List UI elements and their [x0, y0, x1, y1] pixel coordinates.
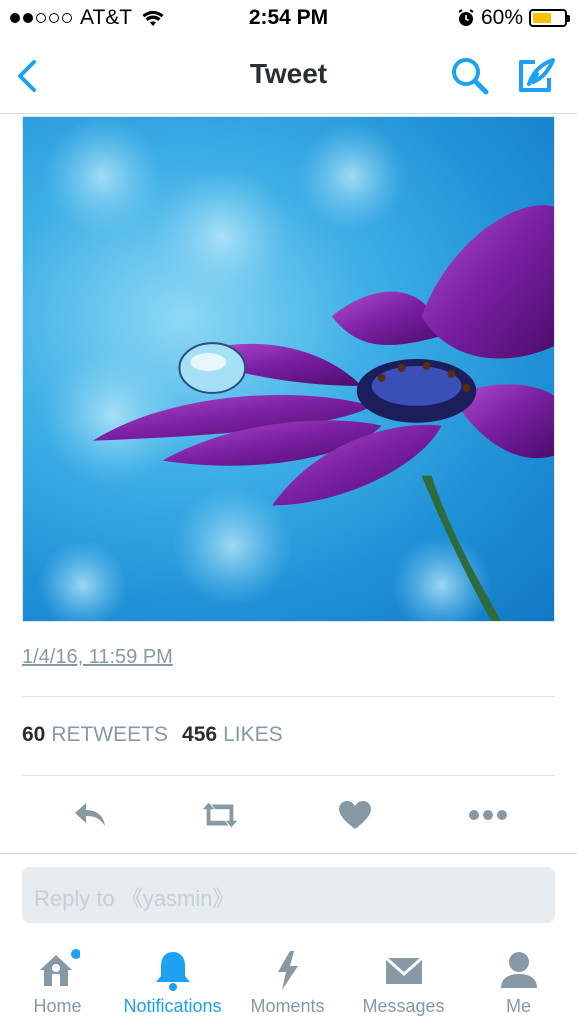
battery-percent: 60%	[480, 6, 523, 29]
tab-moments[interactable]: Moments	[230, 940, 345, 1024]
tab-me[interactable]: Me	[461, 940, 576, 1024]
tab-label: Notifications	[123, 996, 222, 1016]
alarm-clock-icon	[458, 9, 474, 26]
reply-icon	[75, 803, 105, 826]
retweets-label: RETWEETS	[51, 723, 169, 746]
tab-label: Me	[505, 996, 531, 1016]
compose-tweet-icon[interactable]	[515, 56, 557, 96]
divider	[22, 696, 555, 697]
retweets-count: 60	[22, 723, 46, 746]
tweet-image[interactable]	[22, 116, 555, 622]
likes-stat[interactable]: 456 LIKES	[182, 723, 283, 747]
likes-label: LIKES	[223, 723, 283, 746]
reply-placeholder: Reply to 《yasmin》	[34, 886, 235, 911]
reply-input[interactable]: Reply to 《yasmin》	[22, 867, 555, 923]
tab-label: Home	[33, 996, 82, 1016]
page-title: Tweet	[249, 58, 328, 89]
purple-flower-image	[37, 117, 554, 621]
bell-icon	[155, 952, 190, 991]
more-icon	[469, 810, 507, 820]
tab-notifications[interactable]: Notifications	[115, 940, 230, 1024]
like-icon	[339, 801, 371, 829]
nav-bar: Tweet	[0, 38, 577, 114]
tweet-timestamp[interactable]: 1/4/16, 11:59 PM	[22, 646, 173, 669]
envelope-icon	[384, 956, 423, 984]
search-icon[interactable]	[450, 56, 490, 96]
likes-count: 456	[182, 723, 218, 746]
divider	[0, 853, 577, 854]
home-icon	[39, 949, 80, 986]
retweet-icon	[202, 802, 238, 828]
battery-icon	[529, 9, 570, 27]
status-bar: AT&T 2:54 PM 60%	[0, 0, 577, 38]
like-button[interactable]	[335, 795, 375, 835]
person-icon	[500, 952, 537, 988]
tab-messages[interactable]: Messages	[346, 940, 461, 1024]
divider	[22, 775, 555, 776]
tab-bar: Home Notifications Moments Messages Me	[0, 940, 577, 1024]
tab-home[interactable]: Home	[0, 940, 115, 1024]
status-right: 60%	[457, 6, 570, 30]
home-notification-badge	[70, 949, 80, 959]
lightning-icon	[277, 951, 298, 990]
more-button[interactable]	[468, 795, 508, 835]
retweets-stat[interactable]: 60 RETWEETS	[22, 723, 168, 747]
reply-button[interactable]	[70, 795, 110, 835]
tweet-stats: 60 RETWEETS 456 LIKES	[22, 723, 283, 747]
tab-label: Messages	[362, 996, 445, 1016]
battery-fill	[533, 13, 551, 23]
retweet-button[interactable]	[200, 795, 240, 835]
tab-label: Moments	[250, 996, 325, 1016]
